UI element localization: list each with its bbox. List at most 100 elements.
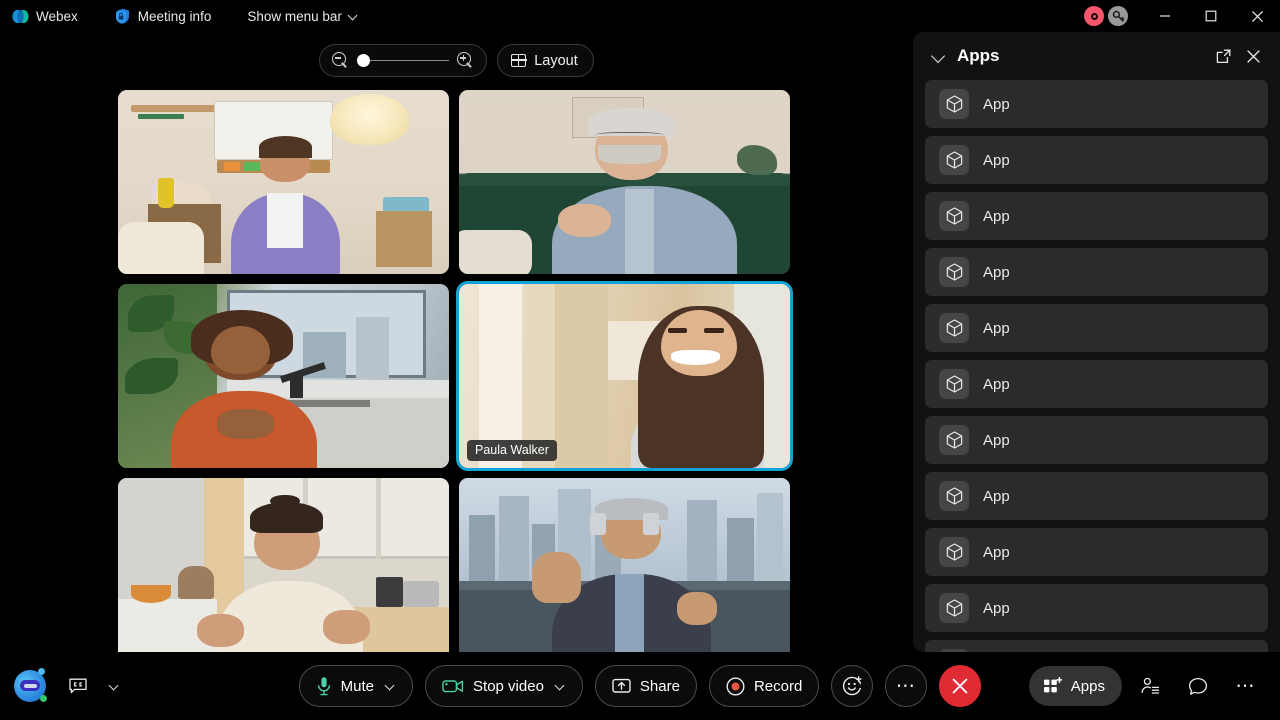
cube-box-icon — [939, 593, 969, 623]
app-list-item-label: App — [983, 544, 1010, 561]
video-tile[interactable] — [118, 478, 449, 662]
video-feed — [459, 90, 790, 274]
apps-toggle-label: Apps — [1071, 678, 1105, 695]
record-circle-icon — [726, 677, 745, 696]
cube-box-icon — [939, 537, 969, 567]
video-tile-active-speaker[interactable]: Paula Walker — [459, 284, 790, 468]
share-screen-icon — [612, 678, 631, 694]
zoom-control[interactable] — [319, 44, 487, 77]
video-chevron-down-icon[interactable] — [556, 681, 566, 691]
stop-video-label: Stop video — [473, 678, 544, 695]
zoom-slider-track — [357, 60, 449, 62]
video-tile[interactable] — [459, 90, 790, 274]
captions-chevron-down-icon[interactable] — [110, 681, 120, 691]
apps-grid-icon — [1043, 677, 1062, 695]
zoom-out-icon[interactable] — [332, 52, 349, 69]
record-button[interactable]: Record — [709, 665, 819, 707]
more-options-right-button[interactable]: ⋯ — [1226, 666, 1266, 706]
cube-box-icon — [939, 425, 969, 455]
show-menu-bar-label: Show menu bar — [247, 9, 342, 24]
more-options-button[interactable]: ⋯ — [885, 665, 927, 707]
video-tile[interactable] — [118, 284, 449, 468]
maximize-button[interactable] — [1188, 0, 1234, 32]
video-tile[interactable] — [118, 90, 449, 274]
mute-label: Mute — [341, 678, 374, 695]
app-list-item-label: App — [983, 152, 1010, 169]
cube-box-icon — [939, 145, 969, 175]
app-title: Webex — [36, 9, 78, 24]
reactions-button[interactable] — [831, 665, 873, 707]
recording-circle-icon[interactable] — [1084, 6, 1104, 26]
more-options-icon: ⋯ — [1236, 677, 1257, 696]
chat-bubble-icon — [1188, 677, 1208, 696]
app-list-item-label: App — [983, 208, 1010, 225]
title-bar: Webex Meeting info Show menu bar — [0, 0, 1280, 32]
app-list-item[interactable]: App — [925, 640, 1268, 652]
key-icon[interactable] — [1108, 6, 1128, 26]
more-options-icon: ⋯ — [896, 677, 917, 696]
layout-label: Layout — [534, 53, 578, 69]
app-list-item[interactable]: App — [925, 136, 1268, 184]
chat-button[interactable] — [1178, 666, 1218, 706]
app-list-item-label: App — [983, 376, 1010, 393]
camera-icon — [442, 678, 464, 694]
app-list-item-label: App — [983, 96, 1010, 113]
grid-layout-icon — [511, 54, 526, 67]
end-call-button[interactable] — [939, 665, 981, 707]
closed-captions-icon[interactable] — [58, 666, 98, 706]
mute-chevron-down-icon[interactable] — [386, 681, 396, 691]
app-list-item[interactable]: App — [925, 528, 1268, 576]
close-icon[interactable] — [1238, 41, 1268, 71]
app-list-item[interactable]: App — [925, 304, 1268, 352]
app-list-item[interactable]: App — [925, 472, 1268, 520]
video-tile[interactable] — [459, 478, 790, 662]
webex-meeting-window: Webex Meeting info Show menu bar — [0, 0, 1280, 720]
participant-video-grid: Paula Walker — [118, 90, 790, 652]
mute-button[interactable]: Mute — [299, 665, 413, 707]
meeting-controls-bar: Mute Stop video — [0, 652, 1280, 720]
video-stage: Layout — [0, 32, 913, 660]
ai-assistant-avatar-icon[interactable] — [14, 670, 46, 702]
share-label: Share — [640, 678, 680, 695]
close-window-button[interactable] — [1234, 0, 1280, 32]
participant-name-chip: Paula Walker — [467, 440, 557, 461]
app-list-item[interactable]: App — [925, 360, 1268, 408]
apps-panel: Apps App — [913, 32, 1280, 652]
app-list-item-label: App — [983, 264, 1010, 281]
microphone-icon — [316, 676, 332, 696]
show-menu-bar-button[interactable]: Show menu bar — [237, 0, 369, 32]
minimize-button[interactable] — [1142, 0, 1188, 32]
video-feed — [459, 478, 790, 662]
cube-box-icon — [939, 481, 969, 511]
stop-video-button[interactable]: Stop video — [425, 665, 583, 707]
participants-button[interactable] — [1130, 666, 1170, 706]
end-call-icon — [950, 676, 970, 696]
zoom-in-icon[interactable] — [457, 52, 474, 69]
app-list-item[interactable]: App — [925, 80, 1268, 128]
share-button[interactable]: Share — [595, 665, 697, 707]
app-list-item[interactable]: App — [925, 192, 1268, 240]
app-list-item-label: App — [983, 600, 1010, 617]
chevron-down-icon[interactable] — [931, 48, 947, 64]
open-in-new-window-icon[interactable] — [1208, 41, 1238, 71]
bottom-bar-left — [14, 666, 120, 706]
app-list-item[interactable]: App — [925, 416, 1268, 464]
participants-icon — [1140, 676, 1160, 696]
meeting-info-button[interactable]: Meeting info — [104, 0, 222, 32]
zoom-slider[interactable] — [357, 54, 449, 68]
shield-lock-icon — [114, 8, 131, 25]
cube-box-icon — [939, 313, 969, 343]
apps-panel-title: Apps — [957, 46, 1208, 66]
video-feed — [118, 284, 449, 468]
meeting-info-label: Meeting info — [138, 9, 212, 24]
app-list-item-label: App — [983, 320, 1010, 337]
cube-box-icon — [939, 201, 969, 231]
apps-toggle-button[interactable]: Apps — [1029, 666, 1122, 706]
zoom-slider-knob[interactable] — [357, 54, 370, 67]
layout-button[interactable]: Layout — [497, 44, 594, 77]
bottom-bar-right: Apps ⋯ — [1029, 666, 1266, 706]
app-list-item[interactable]: App — [925, 584, 1268, 632]
apps-list[interactable]: App App App App — [913, 80, 1280, 652]
cube-box-icon — [939, 89, 969, 119]
app-list-item[interactable]: App — [925, 248, 1268, 296]
